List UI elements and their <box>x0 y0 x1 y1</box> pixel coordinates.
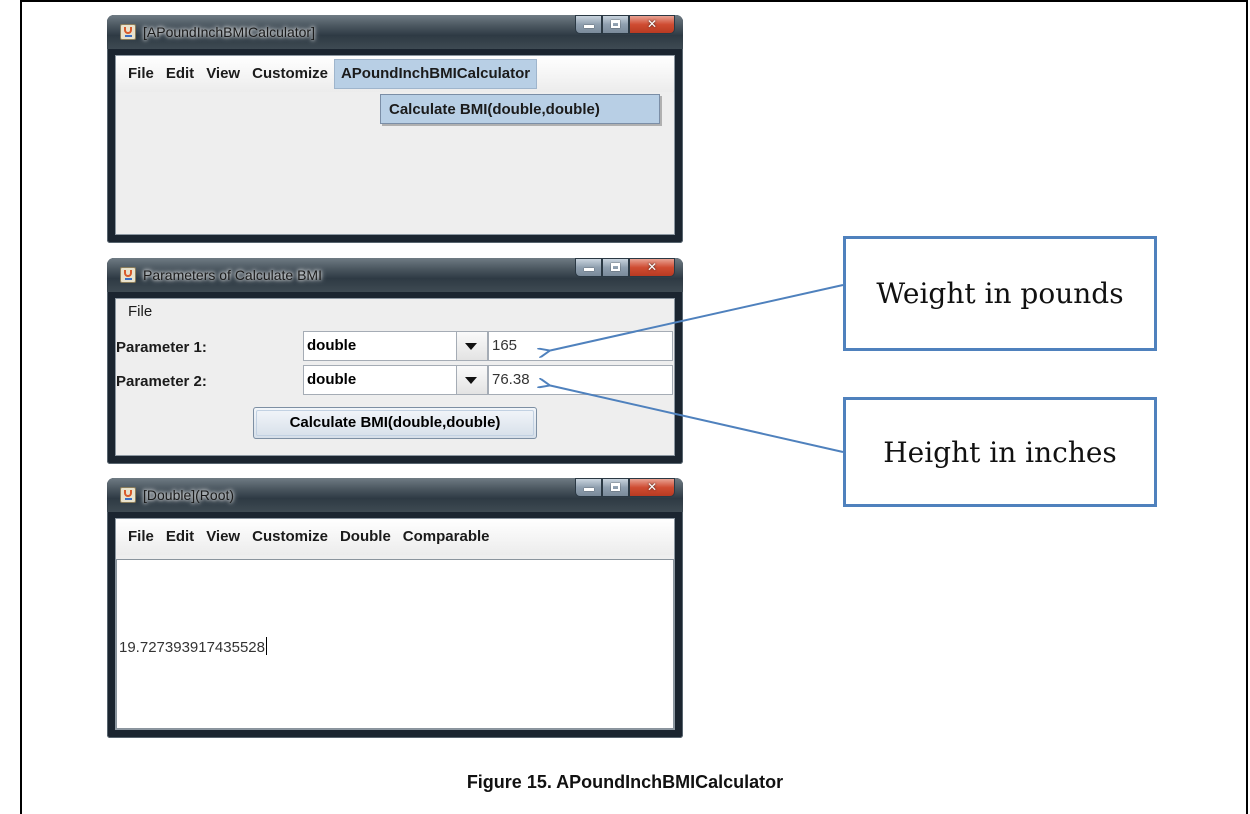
figure-caption: Figure 15. APoundInchBMICalculator <box>466 772 784 792</box>
weight-arrow <box>548 284 844 351</box>
height-arrow <box>548 385 844 453</box>
callout-arrows <box>0 284 844 453</box>
